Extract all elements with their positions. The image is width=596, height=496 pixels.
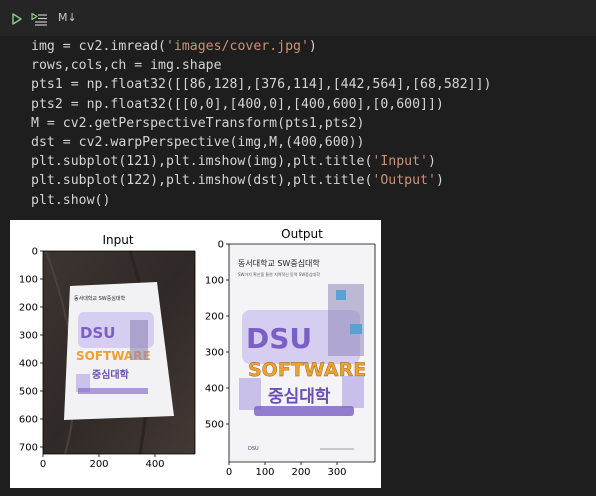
y-tick-label: 200 [205,312,224,323]
code-string-token: 'Input' [372,154,428,170]
input-plot-title: Input [102,233,133,247]
input-cover-center: 중심대학 [92,368,130,381]
x-tick-label: 400 [145,459,164,470]
code-line: pts2 = np.float32([[0,0],[400,0],[400,60… [31,95,492,114]
code-token: M = cv2.getPerspectiveTransform(pts1,pts… [31,115,365,131]
code-token: plt.subplot(122),plt.imshow(dst),plt.tit… [31,173,373,189]
x-tick-label: 200 [89,459,108,470]
markdown-button[interactable]: M↓ [58,11,77,25]
y-tick-label: 100 [205,276,224,287]
x-tick-label: 300 [327,467,346,478]
run-below-icon[interactable] [31,11,49,26]
code-token: img = cv2.imread( [31,39,166,54]
y-tick-label: 300 [205,348,224,359]
output-cover-center: 중심대학 [268,387,331,407]
x-tick-label: 200 [291,467,310,478]
x-tick-label: 100 [255,467,274,478]
y-tick-label: 100 [19,275,38,286]
output-cover-footer: DSU [248,446,259,452]
x-tick-label: 0 [40,459,46,470]
code-token: plt.subplot(121),plt.imshow(img),plt.tit… [31,154,373,170]
cell-toolbar: M↓ [0,0,596,36]
input-cover-line1: 동서대학교 SW중심대학 [74,295,126,302]
y-tick-label: 400 [19,359,38,370]
code-token: ) [427,154,436,170]
code-line: plt.show() [31,191,492,210]
code-string-token: 'Output' [372,173,436,189]
code-line: img = cv2.imread('images/cover.jpg') [31,37,492,56]
code-token: pts1 = np.float32([[86,128],[376,114],[4… [31,77,492,93]
code-line: M = cv2.getPerspectiveTransform(pts1,pts… [31,114,492,133]
code-string-token: 'images/cover.jpg' [165,39,309,54]
code-token: dst = cv2.warpPerspective(img,M,(400,600… [31,135,365,151]
y-tick-label: 500 [19,387,38,398]
output-cover-dsu: DSU [246,322,312,355]
x-tick-label: 0 [226,467,232,478]
y-tick-label: 0 [218,240,224,251]
play-icon[interactable] [11,11,23,25]
matplotlib-figure: Input 동서대학교 SW중심대학 DSU SOFTWARE 중심대학 0 1… [10,220,381,488]
output-cover-line1: 동서대학교 SW중심대학 [238,258,320,268]
code-token: ) [308,39,317,54]
input-cover-dsu: DSU [80,324,115,342]
code-line: plt.subplot(121),plt.imshow(img),plt.tit… [31,152,492,171]
output-subplot: Output 동서대학교 SW중심대학 SW가치 확산을 통한 지역혁신 동력 … [205,227,376,478]
y-tick-label: 700 [19,443,38,454]
cell-output: Input 동서대학교 SW중심대학 DSU SOFTWARE 중심대학 0 1… [0,214,596,496]
y-tick-label: 200 [19,303,38,314]
input-subplot: Input 동서대학교 SW중심대학 DSU SOFTWARE 중심대학 010… [19,233,196,470]
code-line: pts1 = np.float32([[86,128],[376,114],[4… [31,75,492,94]
y-tick-label: 600 [19,415,38,426]
code-block[interactable]: img = cv2.imread('images/cover.jpg') rows… [31,37,492,210]
y-tick-label: 0 [32,247,38,258]
y-tick-label: 400 [205,384,224,395]
output-cover-line2: SW가치 확산을 통한 지역혁신 동력 SW중심대학 [238,271,320,277]
y-tick-label: 300 [19,331,38,342]
code-line: dst = cv2.warpPerspective(img,M,(400,600… [31,133,492,152]
code-token: plt.show() [31,192,111,208]
figure-canvas: Input 동서대학교 SW중심대학 DSU SOFTWARE 중심대학 010… [19,227,376,478]
code-token: pts2 = np.float32([[0,0],[400,0],[400,60… [31,96,444,112]
y-tick-label: 500 [205,420,224,431]
output-plot-title: Output [281,227,323,241]
code-line: rows,cols,ch = img.shape [31,56,492,75]
code-line: plt.subplot(122),plt.imshow(dst),plt.tit… [31,171,492,190]
code-editor[interactable]: img = cv2.imread('images/cover.jpg') rows… [6,36,596,214]
code-token: ) [435,173,444,189]
code-token: rows,cols,ch = img.shape [31,58,222,74]
